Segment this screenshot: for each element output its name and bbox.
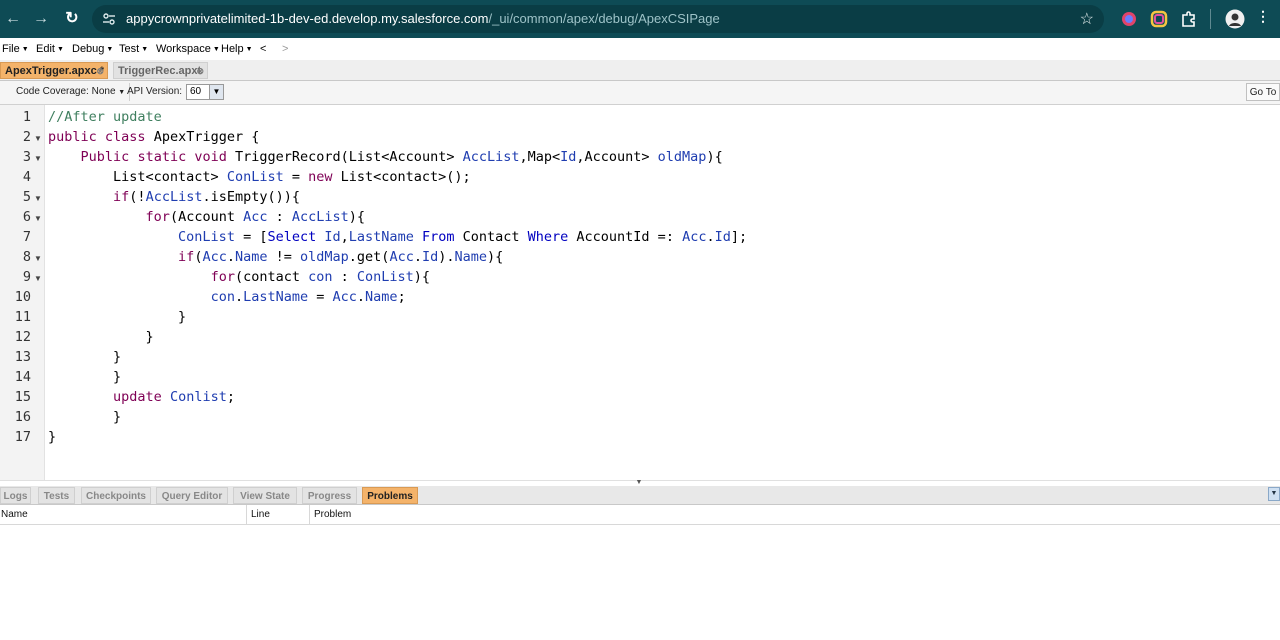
toolbar-divider — [1210, 9, 1211, 29]
code-line[interactable]: ConList = [Select Id,LastName From Conta… — [48, 229, 747, 245]
line-number: 10 — [14, 289, 31, 305]
fold-toggle-icon[interactable]: ▼ — [34, 194, 42, 203]
line-number: 6 — [22, 209, 31, 225]
menu-workspace[interactable]: Workspace ▼ — [156, 43, 220, 55]
file-tabs-bar: ApexTrigger.apxc * ⊗ TriggerRec.apxt ⊗ — [0, 60, 1280, 81]
extension-ring-icon[interactable] — [1150, 10, 1168, 28]
fold-toggle-icon[interactable]: ▼ — [34, 154, 42, 163]
column-divider[interactable] — [309, 505, 310, 524]
tab-query-editor[interactable]: Query Editor — [156, 487, 228, 504]
collapse-panel-icon[interactable]: ▼ — [1268, 487, 1280, 501]
extensions-puzzle-icon[interactable] — [1180, 10, 1198, 28]
line-number: 8 — [22, 249, 31, 265]
chevron-down-icon[interactable]: ▼ — [209, 85, 223, 99]
drag-handle-icon[interactable]: ▼ — [624, 479, 654, 486]
line-number: 1 — [22, 109, 31, 125]
column-line[interactable]: Line — [250, 505, 270, 524]
code-line[interactable]: //After update — [48, 109, 162, 125]
address-bar[interactable]: appycrownprivatelimited-1b-dev-ed.develo… — [92, 5, 1104, 33]
goto-button[interactable]: Go To — [1246, 83, 1280, 101]
browser-toolbar: ← → ↻ appycrownprivatelimited-1b-dev-ed.… — [0, 0, 1280, 38]
forward-arrow-icon[interactable]: → — [30, 8, 52, 30]
problems-table-header: Name Line Problem — [0, 505, 1280, 525]
close-tab-icon[interactable]: ⊗ — [96, 63, 104, 80]
column-problem[interactable]: Problem — [313, 505, 351, 524]
back-arrow-icon[interactable]: ← — [2, 8, 24, 30]
line-number: 5 — [22, 189, 31, 205]
tab-apextrigger[interactable]: ApexTrigger.apxc * ⊗ — [0, 62, 108, 79]
code-line[interactable]: } — [48, 429, 56, 445]
fold-toggle-icon[interactable]: ▼ — [34, 274, 42, 283]
line-number: 3 — [22, 149, 31, 165]
bottom-panel-tabs: Logs Tests Checkpoints Query Editor View… — [0, 486, 1280, 505]
menu-test[interactable]: Test ▼ — [119, 43, 148, 55]
tab-label: ApexTrigger.apxc * — [5, 65, 105, 77]
editor-toolbar: Code Coverage: None ▼ API Version: 60 ▼ … — [0, 81, 1280, 105]
column-divider[interactable] — [246, 505, 247, 524]
code-line[interactable]: } — [48, 369, 121, 385]
code-line[interactable]: if(Acc.Name != oldMap.get(Acc.Id).Name){ — [48, 249, 503, 265]
developer-console-menubar: File ▼ Edit ▼ Debug ▼ Test ▼ Workspace ▼ Help… — [0, 38, 1280, 61]
column-name[interactable]: Name — [0, 505, 28, 524]
api-version-label: API Version: — [127, 86, 183, 97]
code-line[interactable]: } — [48, 409, 121, 425]
code-line[interactable]: } — [48, 329, 154, 345]
extension-circle-icon[interactable] — [1120, 10, 1138, 28]
line-number: 13 — [14, 349, 31, 365]
url-text[interactable]: appycrownprivatelimited-1b-dev-ed.develo… — [126, 11, 720, 26]
line-number: 15 — [14, 389, 31, 405]
nav-back-button[interactable]: < — [260, 43, 266, 55]
tab-view-state[interactable]: View State — [233, 487, 297, 504]
profile-avatar[interactable] — [1225, 9, 1245, 29]
tab-progress[interactable]: Progress — [302, 487, 357, 504]
tab-triggerrec[interactable]: TriggerRec.apxt ⊗ — [113, 62, 208, 79]
line-number-gutter: 1 2 3 4 5 6 7 8 9 10 11 12 13 14 15 16 1… — [0, 105, 45, 480]
line-number: 9 — [22, 269, 31, 285]
menu-debug[interactable]: Debug ▼ — [72, 43, 113, 55]
line-number: 17 — [14, 429, 31, 445]
code-line[interactable]: } — [48, 349, 121, 365]
code-line[interactable]: if(!AccList.isEmpty()){ — [48, 189, 300, 205]
code-line[interactable]: for(Account Acc : AccList){ — [48, 209, 366, 225]
code-line[interactable]: } — [48, 309, 186, 325]
nav-forward-button[interactable]: > — [282, 43, 288, 55]
tab-label: TriggerRec.apxt — [118, 65, 202, 77]
code-line[interactable]: Public static void TriggerRecord(List<Ac… — [48, 149, 723, 165]
fold-toggle-icon[interactable]: ▼ — [34, 254, 42, 263]
code-line[interactable]: update Conlist; — [48, 389, 235, 405]
bookmark-star-icon[interactable]: ☆ — [1080, 9, 1094, 29]
line-number: 16 — [14, 409, 31, 425]
code-line[interactable]: con.LastName = Acc.Name; — [48, 289, 406, 305]
site-settings-icon[interactable] — [102, 12, 116, 26]
tab-logs[interactable]: Logs — [0, 487, 31, 504]
menu-file[interactable]: File ▼ — [2, 43, 29, 55]
tab-problems[interactable]: Problems — [362, 487, 418, 504]
browser-menu-icon[interactable]: ⋮ — [1256, 8, 1270, 25]
close-tab-icon[interactable]: ⊗ — [196, 63, 204, 80]
code-line[interactable]: for(contact con : ConList){ — [48, 269, 431, 285]
tab-tests[interactable]: Tests — [38, 487, 75, 504]
fold-toggle-icon[interactable]: ▼ — [34, 214, 42, 223]
code-line[interactable]: List<contact> ConList = new List<contact… — [48, 169, 471, 185]
line-number: 7 — [22, 229, 31, 245]
line-number: 11 — [14, 309, 31, 325]
code-editor[interactable]: 1 2 3 4 5 6 7 8 9 10 11 12 13 14 15 16 1… — [0, 105, 1280, 480]
code-line[interactable]: public class ApexTrigger { — [48, 129, 259, 145]
menu-edit[interactable]: Edit ▼ — [36, 43, 64, 55]
line-number: 14 — [14, 369, 31, 385]
reload-icon[interactable]: ↻ — [61, 8, 83, 30]
line-number: 4 — [22, 169, 31, 185]
api-version-select[interactable]: 60 ▼ — [186, 84, 224, 100]
line-number: 12 — [14, 329, 31, 345]
code-coverage-dropdown[interactable]: Code Coverage: None ▼ — [2, 83, 131, 101]
tab-checkpoints[interactable]: Checkpoints — [81, 487, 151, 504]
menu-help[interactable]: Help ▼ — [221, 43, 253, 55]
fold-toggle-icon[interactable]: ▼ — [34, 134, 42, 143]
line-number: 2 — [22, 129, 31, 145]
